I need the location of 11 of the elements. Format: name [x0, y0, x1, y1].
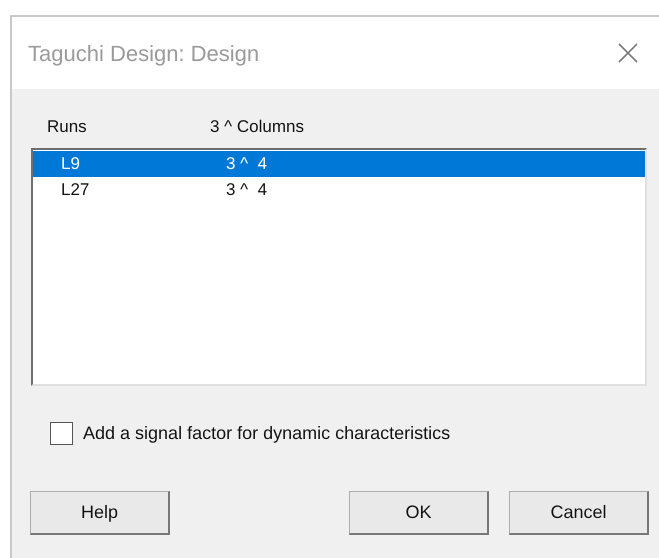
- window-title: Taguchi Design: Design: [28, 40, 260, 68]
- checkbox-label[interactable]: Add a signal factor for dynamic characteristics: [83, 420, 450, 447]
- list-row[interactable]: L9 3 ^ 4: [33, 151, 645, 177]
- dialog-button[interactable]: OK: [349, 491, 489, 535]
- column-header: 3 ^ Columns: [210, 116, 304, 138]
- dialog-button[interactable]: Help: [30, 491, 170, 535]
- column-header: Runs: [47, 116, 88, 138]
- checkbox[interactable]: [50, 422, 73, 445]
- close-icon[interactable]: [617, 42, 639, 64]
- dialog-button[interactable]: Cancel: [509, 491, 649, 535]
- list-box[interactable]: L9 3 ^ 4 L27 3 ^ 4: [31, 148, 647, 386]
